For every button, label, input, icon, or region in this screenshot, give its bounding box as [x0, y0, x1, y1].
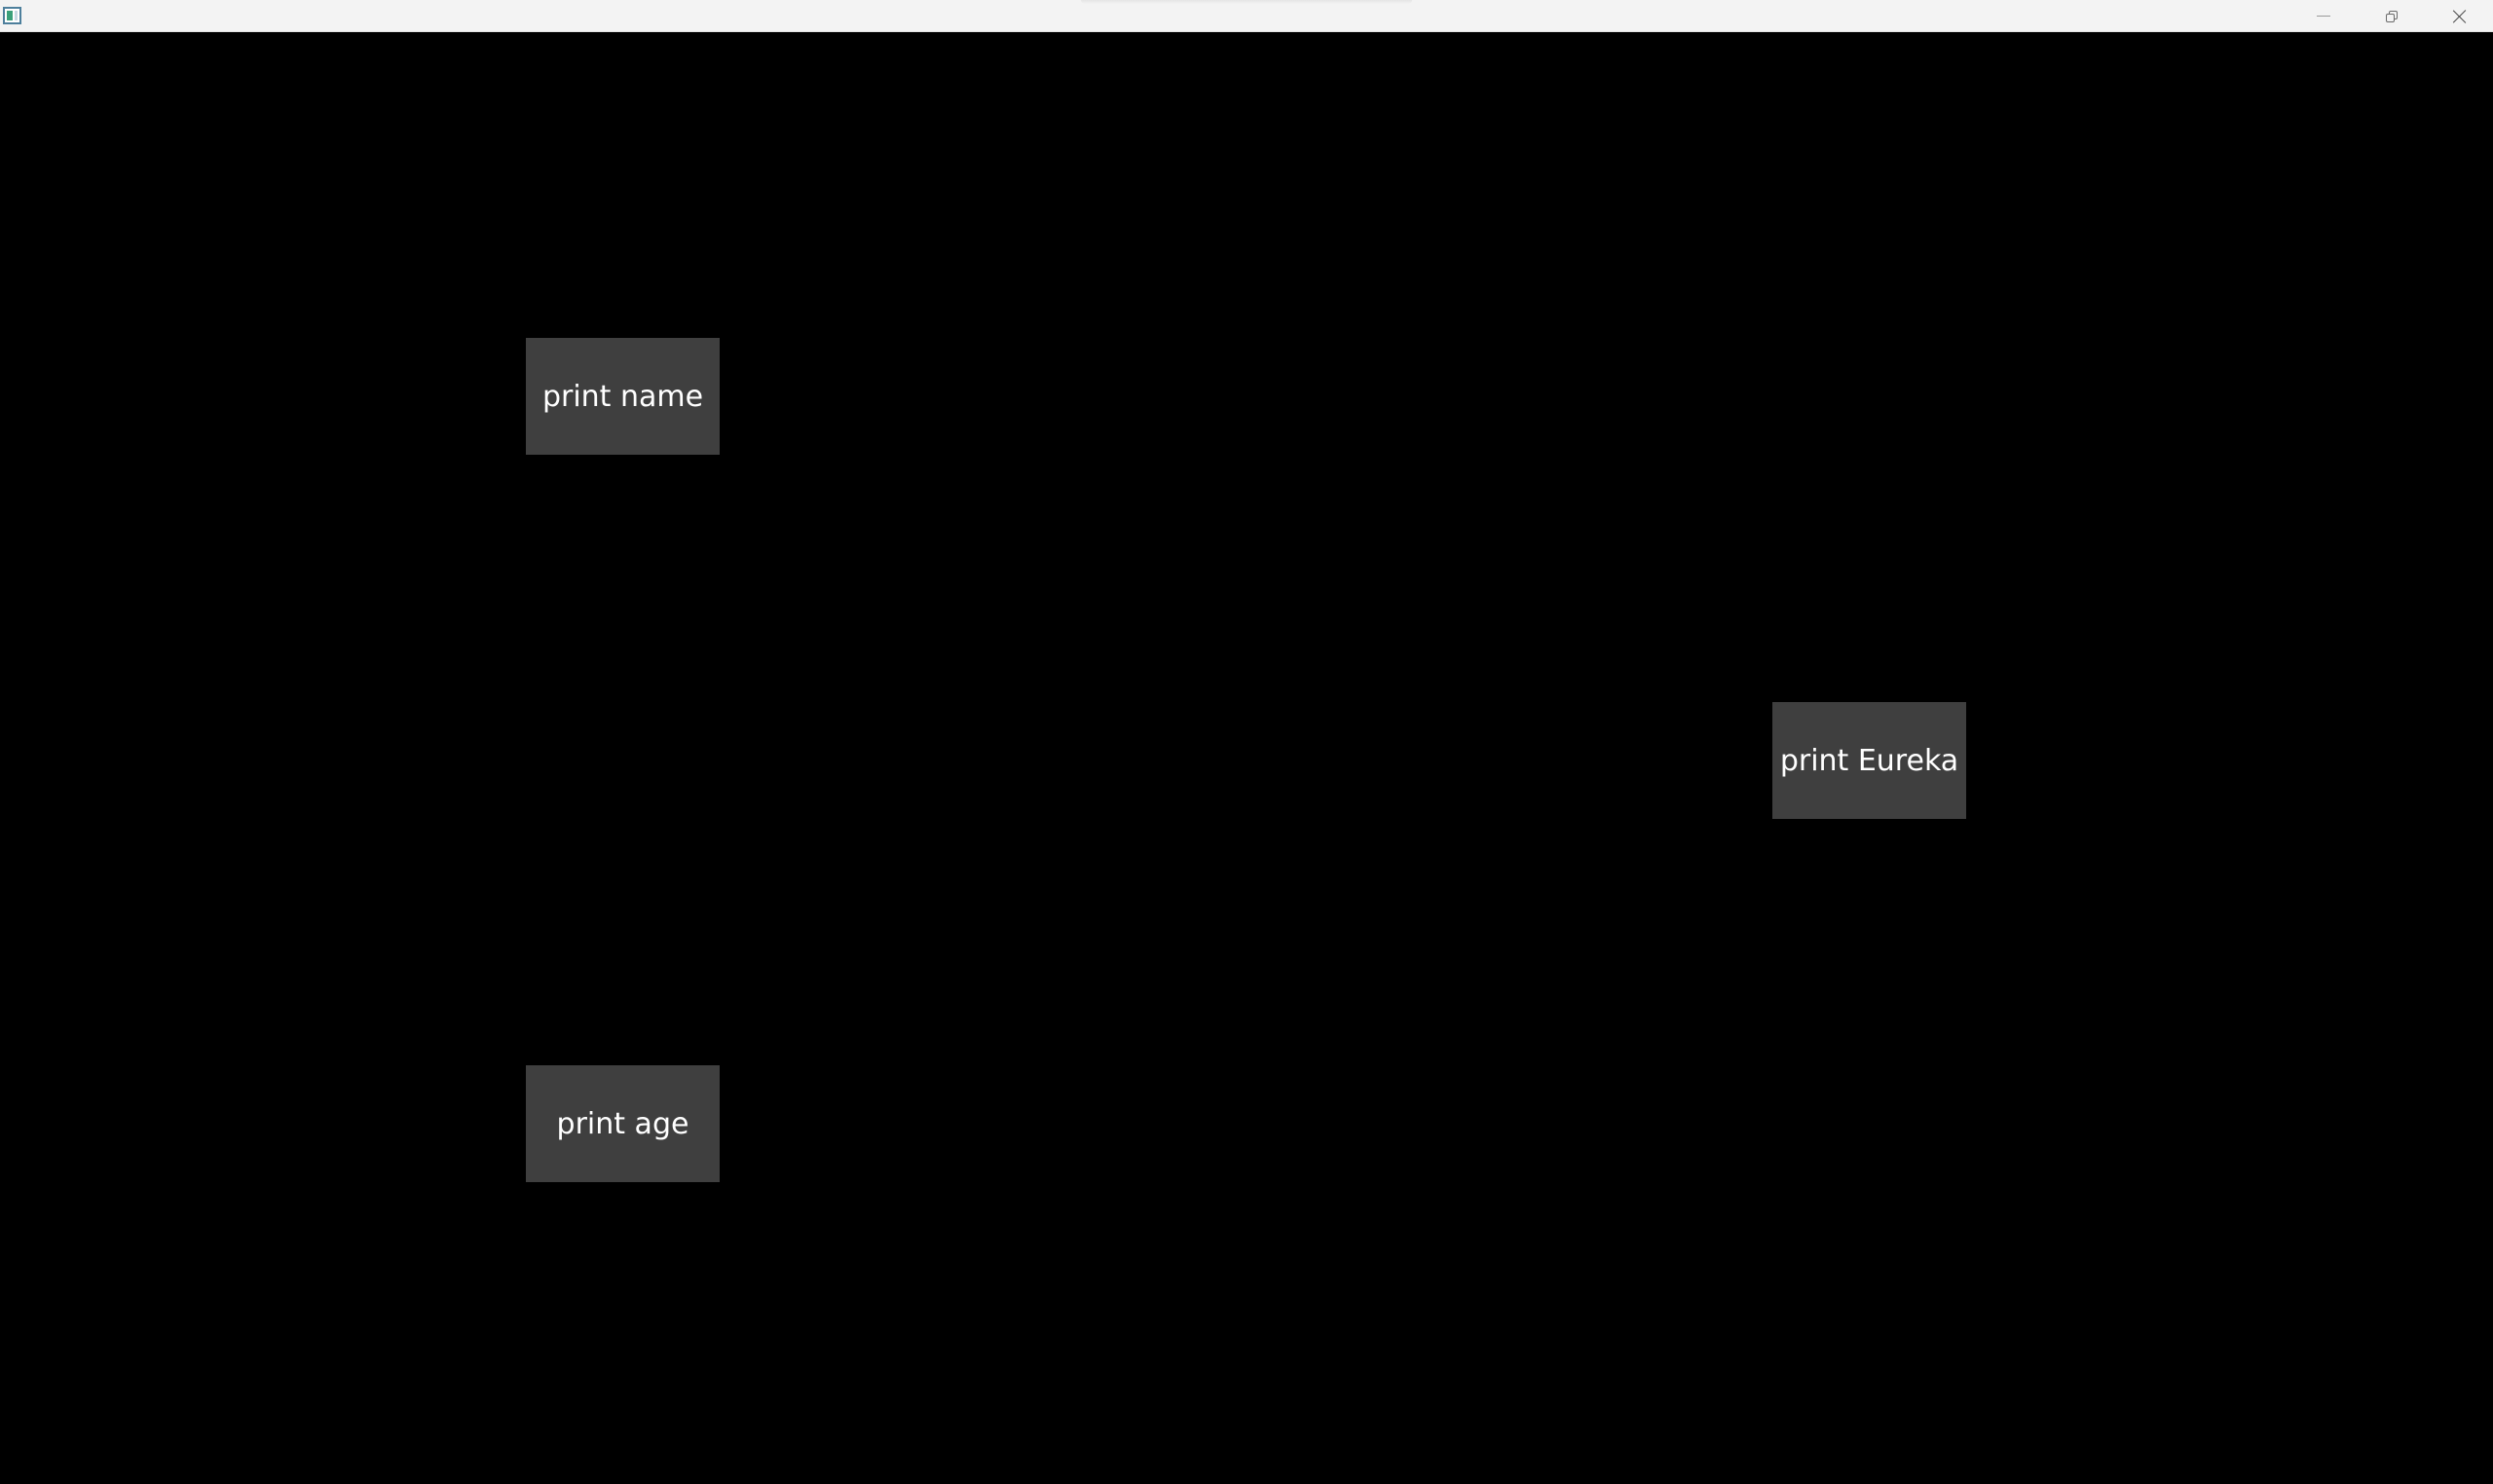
print-age-button[interactable]: print age	[526, 1065, 720, 1182]
title-bar-shadow	[1081, 0, 1412, 4]
title-bar[interactable]	[0, 0, 2493, 32]
restore-icon	[2386, 11, 2398, 22]
minimize-button[interactable]	[2288, 0, 2357, 32]
window-controls	[2288, 0, 2493, 32]
app-window-icon[interactable]	[3, 7, 21, 24]
close-button[interactable]	[2425, 0, 2493, 32]
print-eureka-button[interactable]: print Eureka	[1772, 702, 1966, 819]
close-icon	[2452, 9, 2468, 24]
canvas-area: print name print Eureka print age	[0, 32, 2493, 1484]
restore-button[interactable]	[2357, 0, 2425, 32]
print-name-button[interactable]: print name	[526, 338, 720, 455]
minimize-icon	[2317, 16, 2330, 17]
app-window: print name print Eureka print age	[0, 0, 2493, 1484]
